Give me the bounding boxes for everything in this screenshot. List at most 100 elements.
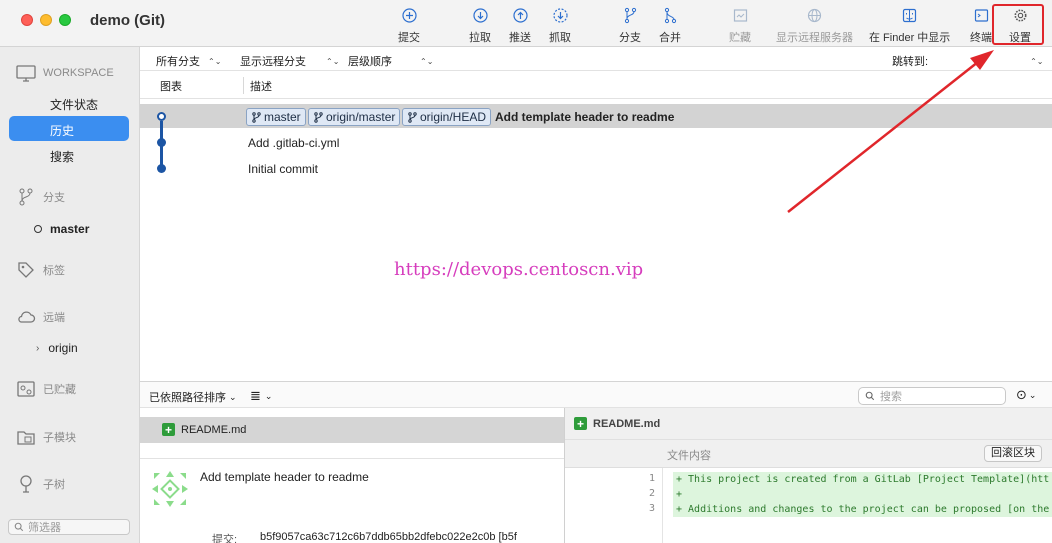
- sidebar-tags-header[interactable]: 标签: [16, 260, 65, 280]
- zoom-window-button[interactable]: [59, 14, 71, 26]
- chevron-right-icon[interactable]: ›: [36, 343, 39, 354]
- sidebar-subtrees-header[interactable]: 子树: [16, 474, 65, 494]
- pull-button[interactable]: 拉取: [469, 7, 491, 45]
- sidebar-item-remote-origin[interactable]: › origin: [36, 341, 78, 355]
- chevron-down-icon: ⌄: [1028, 389, 1037, 400]
- commit-plus-icon: [401, 8, 417, 23]
- file-search-input[interactable]: 搜索: [858, 387, 1006, 405]
- sort-dropdown[interactable]: 已依照路径排序 ⌄: [149, 389, 237, 405]
- show-remote-button[interactable]: 显示远程服务器: [776, 7, 853, 45]
- more-options-button[interactable]: ⊙ ⌄: [1016, 387, 1036, 403]
- revert-hunk-button[interactable]: 回滚区块: [984, 445, 1042, 462]
- ref-tag-origin-master[interactable]: origin/master: [308, 108, 401, 126]
- column-description-header[interactable]: 描述: [250, 78, 272, 94]
- sidebar-item-branch-master[interactable]: master: [34, 222, 89, 236]
- sidebar-item-file-status[interactable]: 文件状态: [50, 96, 98, 113]
- dropdown-arrows-icon: ⌃⌄: [1030, 56, 1044, 66]
- globe-icon: [807, 8, 822, 23]
- stash-icon: [17, 381, 35, 397]
- fetch-arrow-icon: [552, 8, 568, 23]
- jump-to-dropdown[interactable]: 跳转到: ⌃⌄: [892, 53, 1043, 69]
- branch-icon: [408, 111, 417, 123]
- file-list-toolbar: 已依照路径排序 ⌄ ≣ ⌄ 搜索 ⊙ ⌄: [140, 381, 1052, 408]
- commit-row[interactable]: Add .gitlab-ci.yml: [140, 130, 1052, 154]
- sidebar-stashes-header[interactable]: 已贮藏: [16, 379, 76, 399]
- commit-graph-node-head: [157, 112, 166, 121]
- commit-button[interactable]: 提交: [398, 7, 420, 45]
- fetch-button[interactable]: 抓取: [549, 7, 571, 45]
- column-graph-header[interactable]: 图表: [160, 78, 182, 94]
- diff-lines: 1 + This project is created from a GitLa…: [565, 468, 1052, 543]
- branch-icon: [624, 7, 636, 24]
- sidebar-item-search[interactable]: 搜索: [50, 148, 74, 165]
- ref-tag-origin-head[interactable]: origin/HEAD: [402, 108, 492, 126]
- dropdown-arrows-icon: ⌃⌄: [326, 56, 340, 66]
- diff-line[interactable]: 2 +: [565, 487, 1052, 502]
- branch-button[interactable]: 分支: [619, 7, 641, 45]
- sidebar-branches-header[interactable]: 分支: [16, 187, 65, 207]
- merge-button[interactable]: 合并: [659, 7, 681, 45]
- diff-hunk-header: 文件内容 回滚区块: [565, 440, 1052, 468]
- file-added-icon: +: [162, 423, 175, 436]
- settings-highlight-box: [992, 4, 1044, 45]
- commit-hash-label: 提交:: [212, 534, 238, 543]
- commit-graph-node: [157, 164, 166, 173]
- monitor-icon: [16, 65, 36, 82]
- watermark-url: https://devops.centoscn.vip: [394, 259, 644, 280]
- push-arrow-up-icon: [512, 8, 528, 23]
- commit-message: Add template header to readme: [495, 110, 675, 124]
- sidebar-workspace-header: WORKSPACE: [16, 63, 114, 83]
- diff-line[interactable]: 1 + This project is created from a GitLa…: [565, 472, 1052, 487]
- cloud-icon: [18, 311, 36, 323]
- search-icon: [865, 391, 875, 401]
- pull-arrow-down-icon: [472, 8, 488, 23]
- order-dropdown[interactable]: 层级顺序 ⌃⌄: [348, 53, 433, 69]
- stash-button[interactable]: 贮藏: [729, 7, 751, 45]
- column-divider[interactable]: [243, 77, 244, 94]
- ellipsis-circle-icon: ⊙: [1016, 387, 1027, 402]
- dropdown-arrows-icon: ⌃⌄: [208, 56, 222, 66]
- diff-pane: + README.md 文件内容 回滚区块 1 + This project i…: [565, 408, 1052, 543]
- commit-row-selected[interactable]: master origin/master origin/HEAD Add tem…: [140, 104, 1052, 128]
- minimize-window-button[interactable]: [40, 14, 52, 26]
- sidebar-remotes-header[interactable]: 远端: [16, 307, 65, 327]
- sidebar-filter-input[interactable]: 筛选器: [8, 519, 130, 535]
- ref-tag-master[interactable]: master: [246, 108, 306, 126]
- commit-detail-message: Add template header to readme: [200, 470, 369, 484]
- finder-icon: [903, 8, 917, 23]
- commit-message: Initial commit: [248, 162, 319, 176]
- history-filter-bar: 所有分支 ⌃⌄ 显示远程分支 ⌃⌄ 层级顺序 ⌃⌄ 跳转到: ⌃⌄: [140, 47, 1052, 71]
- tree-icon: [20, 475, 32, 493]
- terminal-button[interactable]: 终端: [970, 7, 992, 45]
- commit-row[interactable]: Initial commit: [140, 156, 1052, 180]
- commit-hash: b5f9057ca63c712c6b7ddb65bb2dfebc022e2c0b…: [260, 531, 517, 543]
- branch-icon: [19, 188, 33, 206]
- dropdown-arrows-icon: ⌃⌄: [420, 56, 434, 66]
- chevron-down-icon: ⌄: [264, 390, 273, 401]
- list-icon: ≣: [250, 388, 261, 403]
- sidebar-item-history[interactable]: 历史: [9, 116, 129, 141]
- search-icon: [14, 522, 24, 532]
- file-added-icon: +: [574, 417, 587, 430]
- terminal-icon: [974, 9, 988, 22]
- avatar-identicon: [152, 471, 188, 507]
- show-in-finder-button[interactable]: 在 Finder 中显示: [869, 7, 950, 45]
- show-remote-branches-dropdown[interactable]: 显示远程分支 ⌃⌄: [240, 53, 339, 69]
- merge-icon: [664, 7, 676, 24]
- commit-detail-panel: Add template header to readme 提交: b5f905…: [140, 458, 564, 543]
- tag-icon: [18, 262, 34, 278]
- push-button[interactable]: 推送: [509, 7, 531, 45]
- branch-icon: [252, 111, 261, 123]
- diff-line[interactable]: 3 + Additions and changes to the project…: [565, 502, 1052, 517]
- diff-file-header: + README.md: [565, 408, 1052, 440]
- file-list-item[interactable]: + README.md: [140, 417, 564, 443]
- stash-icon: [733, 9, 747, 22]
- branch-icon: [314, 111, 323, 123]
- view-mode-dropdown[interactable]: ≣ ⌄: [250, 388, 272, 404]
- commit-message: Add .gitlab-ci.yml: [248, 136, 340, 150]
- all-branches-dropdown[interactable]: 所有分支 ⌃⌄: [156, 53, 221, 69]
- close-window-button[interactable]: [21, 14, 33, 26]
- sidebar-submodules-header[interactable]: 子模块: [16, 427, 76, 447]
- chevron-down-icon: ⌄: [229, 391, 237, 402]
- sidebar: WORKSPACE 文件状态 历史 搜索 分支 master 标签 远端 › o…: [0, 47, 140, 543]
